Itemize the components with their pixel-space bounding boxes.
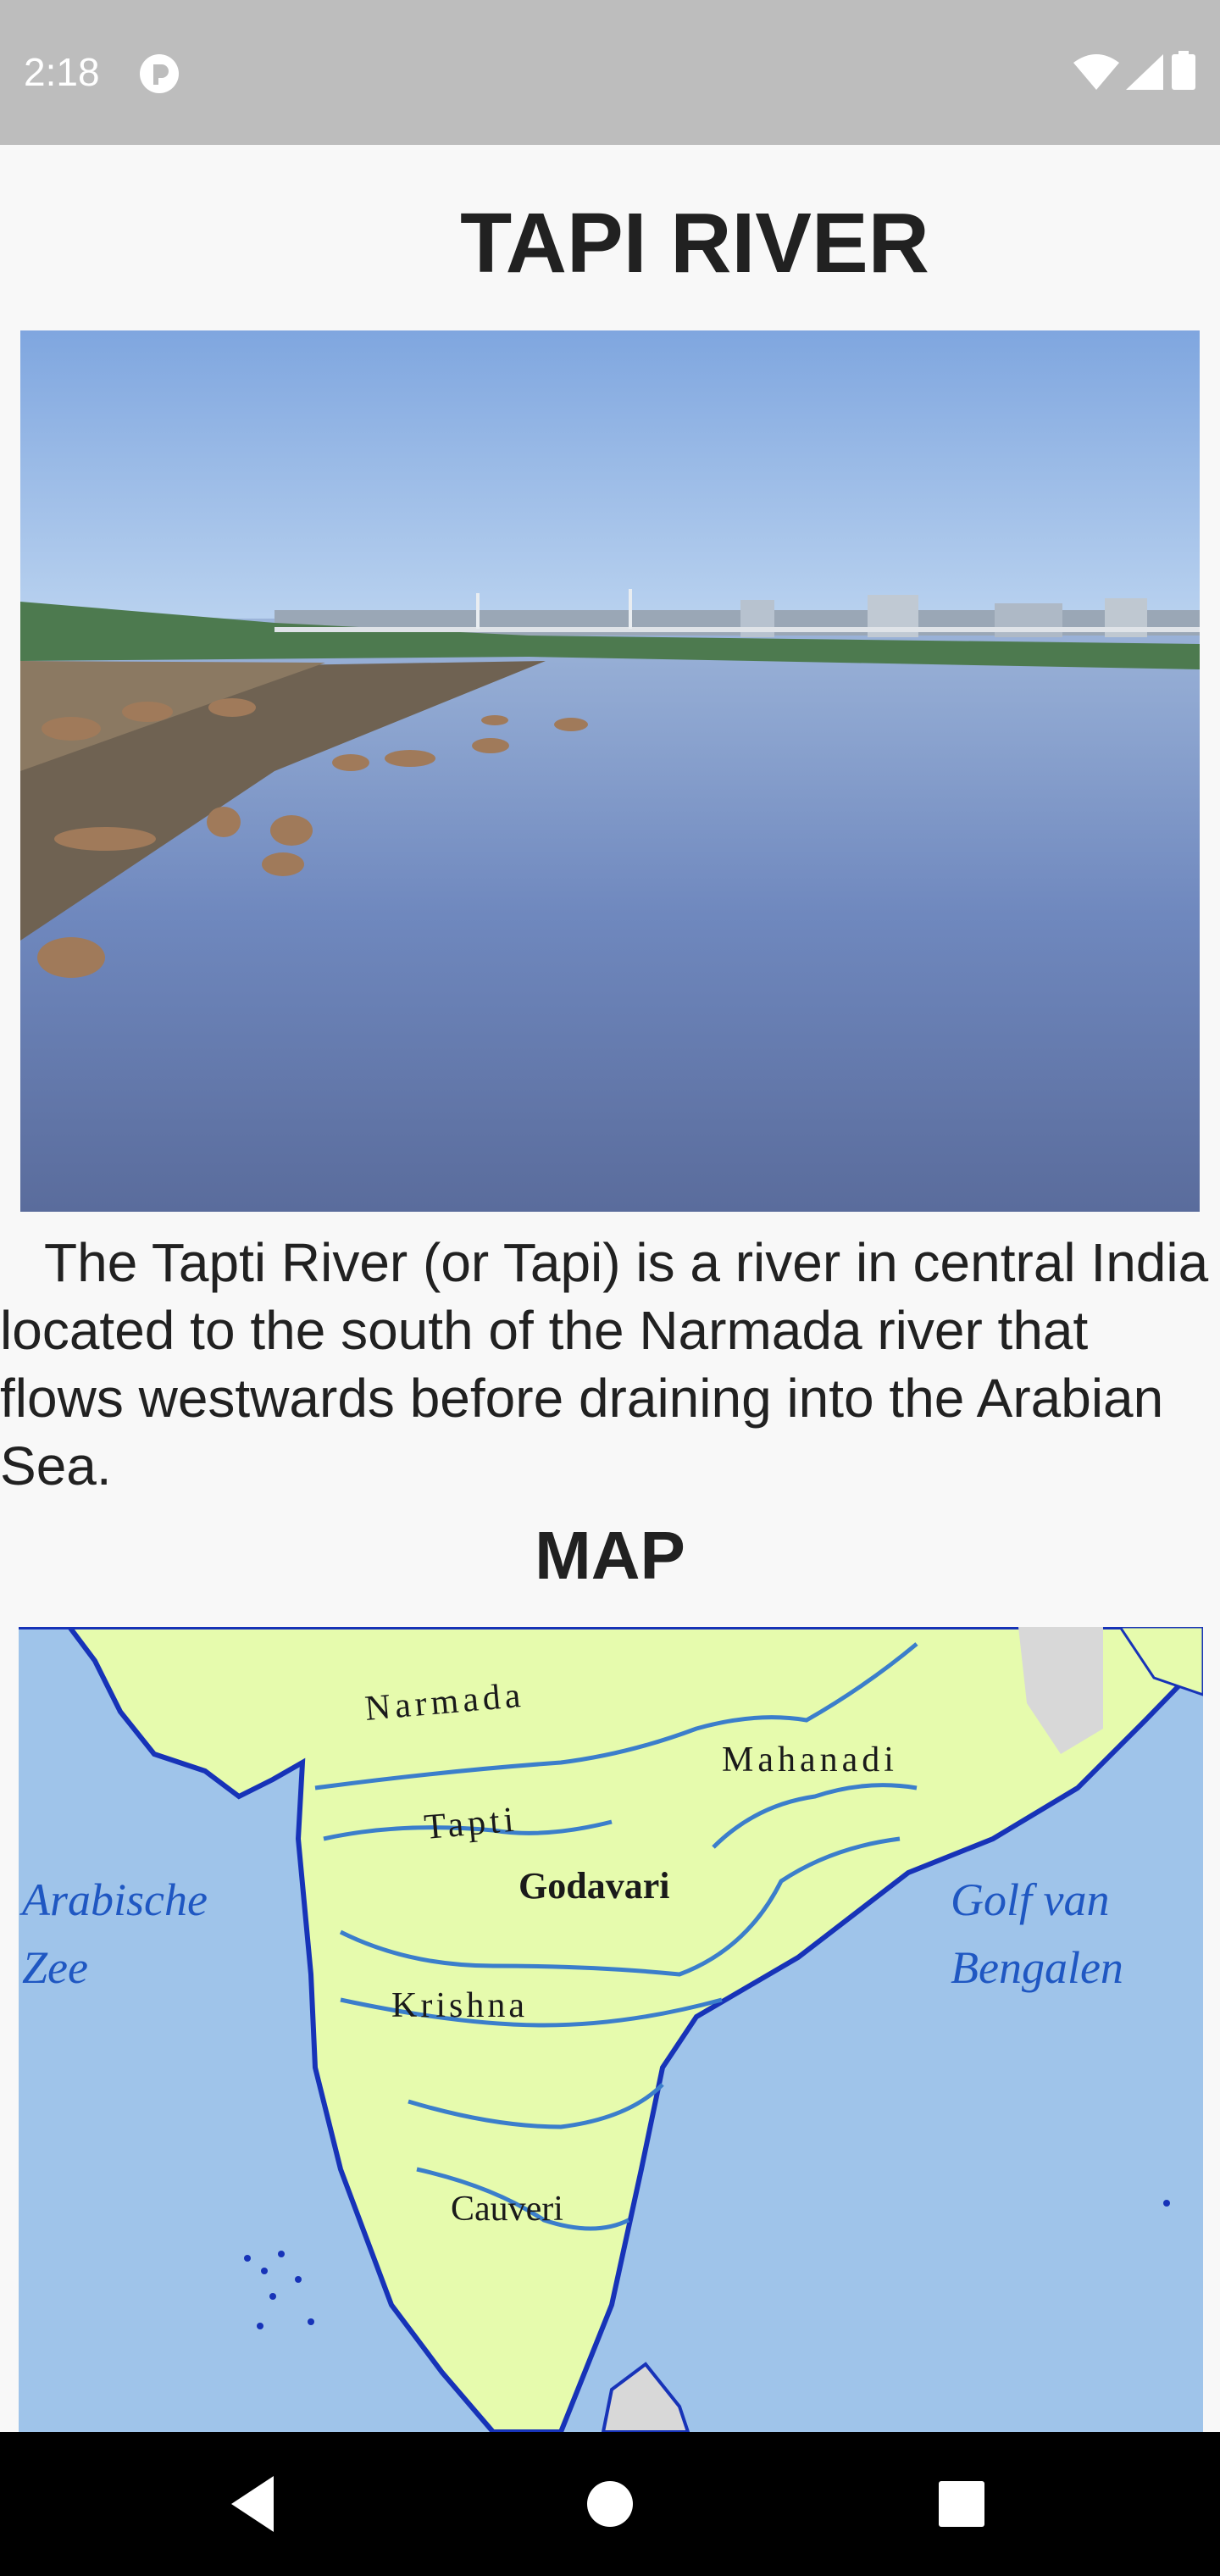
status-time: 2:18 bbox=[24, 50, 100, 94]
label-tapti: Tapti bbox=[423, 1800, 519, 1846]
back-icon[interactable] bbox=[216, 2466, 292, 2542]
signal-icon bbox=[1126, 54, 1163, 90]
river-description: The Tapti River (or Tapi) is a river in … bbox=[0, 1232, 1209, 1496]
wifi-icon bbox=[1073, 54, 1119, 90]
label-cauveri: Cauveri bbox=[451, 2190, 563, 2229]
label-godavari: Godavari bbox=[518, 1865, 669, 1907]
label-bay-2: Bengalen bbox=[951, 1942, 1123, 1993]
map-heading: MAP bbox=[535, 1518, 685, 1593]
river-photo bbox=[20, 330, 1200, 1212]
label-arabian-sea-2: Zee bbox=[22, 1942, 88, 1993]
battery-icon bbox=[1172, 51, 1195, 90]
status-bar: 2:18 bbox=[0, 0, 1220, 145]
navigation-bar bbox=[0, 2432, 1220, 2576]
app-notification-icon bbox=[140, 54, 179, 93]
recents-icon[interactable] bbox=[923, 2466, 1000, 2542]
india-rivers-map: Narmada Mahanadi Tapti Godavari Krishna … bbox=[19, 1627, 1203, 2432]
label-mahanadi: Mahanadi bbox=[722, 1740, 898, 1779]
label-arabian-sea-1: Arabische bbox=[19, 1874, 208, 1925]
home-icon[interactable] bbox=[572, 2466, 648, 2542]
label-krishna: Krishna bbox=[391, 1986, 528, 2025]
status-icons bbox=[1073, 51, 1196, 92]
page-title: TAPI RIVER bbox=[460, 196, 929, 291]
label-bay-1: Golf van bbox=[951, 1874, 1109, 1925]
